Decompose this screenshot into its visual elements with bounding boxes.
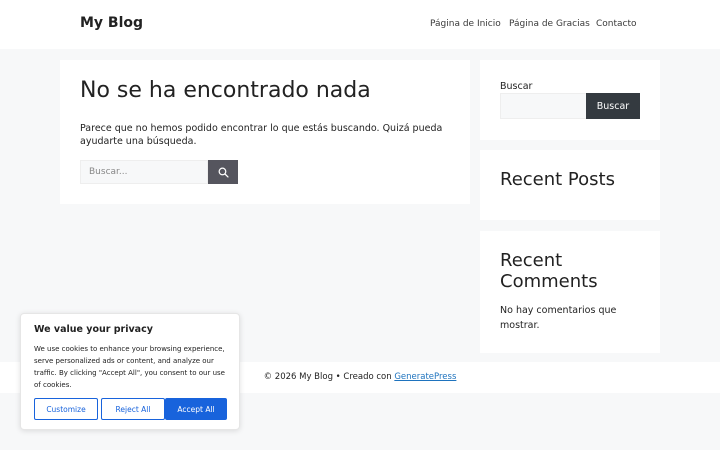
sidebar-search-input[interactable] [500,93,587,119]
recent-comments-widget: Recent Comments No hay comentarios que m… [480,231,660,353]
nav-item-inicio[interactable]: Página de Inicio [430,19,501,29]
nav-item-gracias[interactable]: Página de Gracias [509,19,590,29]
reject-all-button[interactable]: Reject All [101,398,165,420]
content-panel: No se ha encontrado nada Parece que no h… [60,60,470,204]
page-title: No se ha encontrado nada [80,78,371,103]
sidebar-search-widget: Buscar Buscar [480,60,660,140]
search-icon [218,167,229,178]
no-comments-text: No hay comentarios que mostrar. [500,305,617,331]
accept-all-button[interactable]: Accept All [165,398,227,420]
search-widget-label: Buscar [500,81,533,92]
cookie-consent-banner: We value your privacy We use cookies to … [20,313,240,430]
cookie-title: We value your privacy [34,324,153,335]
recent-comments-title: Recent Comments [500,250,598,292]
recent-posts-title: Recent Posts [500,169,615,190]
footer-copyright: © 2026 My Blog • Creado con [263,372,395,382]
customize-button[interactable]: Customize [34,398,98,420]
site-header: My Blog Página de Inicio Página de Graci… [0,0,720,49]
footer-generatepress-link[interactable]: GeneratePress [394,372,456,382]
nav-item-contacto[interactable]: Contacto [596,19,637,29]
search-button[interactable] [208,160,238,184]
cookie-description: We use cookies to enhance your browsing … [34,345,225,389]
main-navigation: Página de Inicio Página de Gracias Conta… [0,19,720,33]
not-found-message: Parece que no hemos podido encontrar lo … [80,123,443,147]
search-input[interactable] [80,160,208,184]
sidebar-search-button[interactable]: Buscar [586,93,640,119]
recent-posts-widget: Recent Posts [480,150,660,220]
